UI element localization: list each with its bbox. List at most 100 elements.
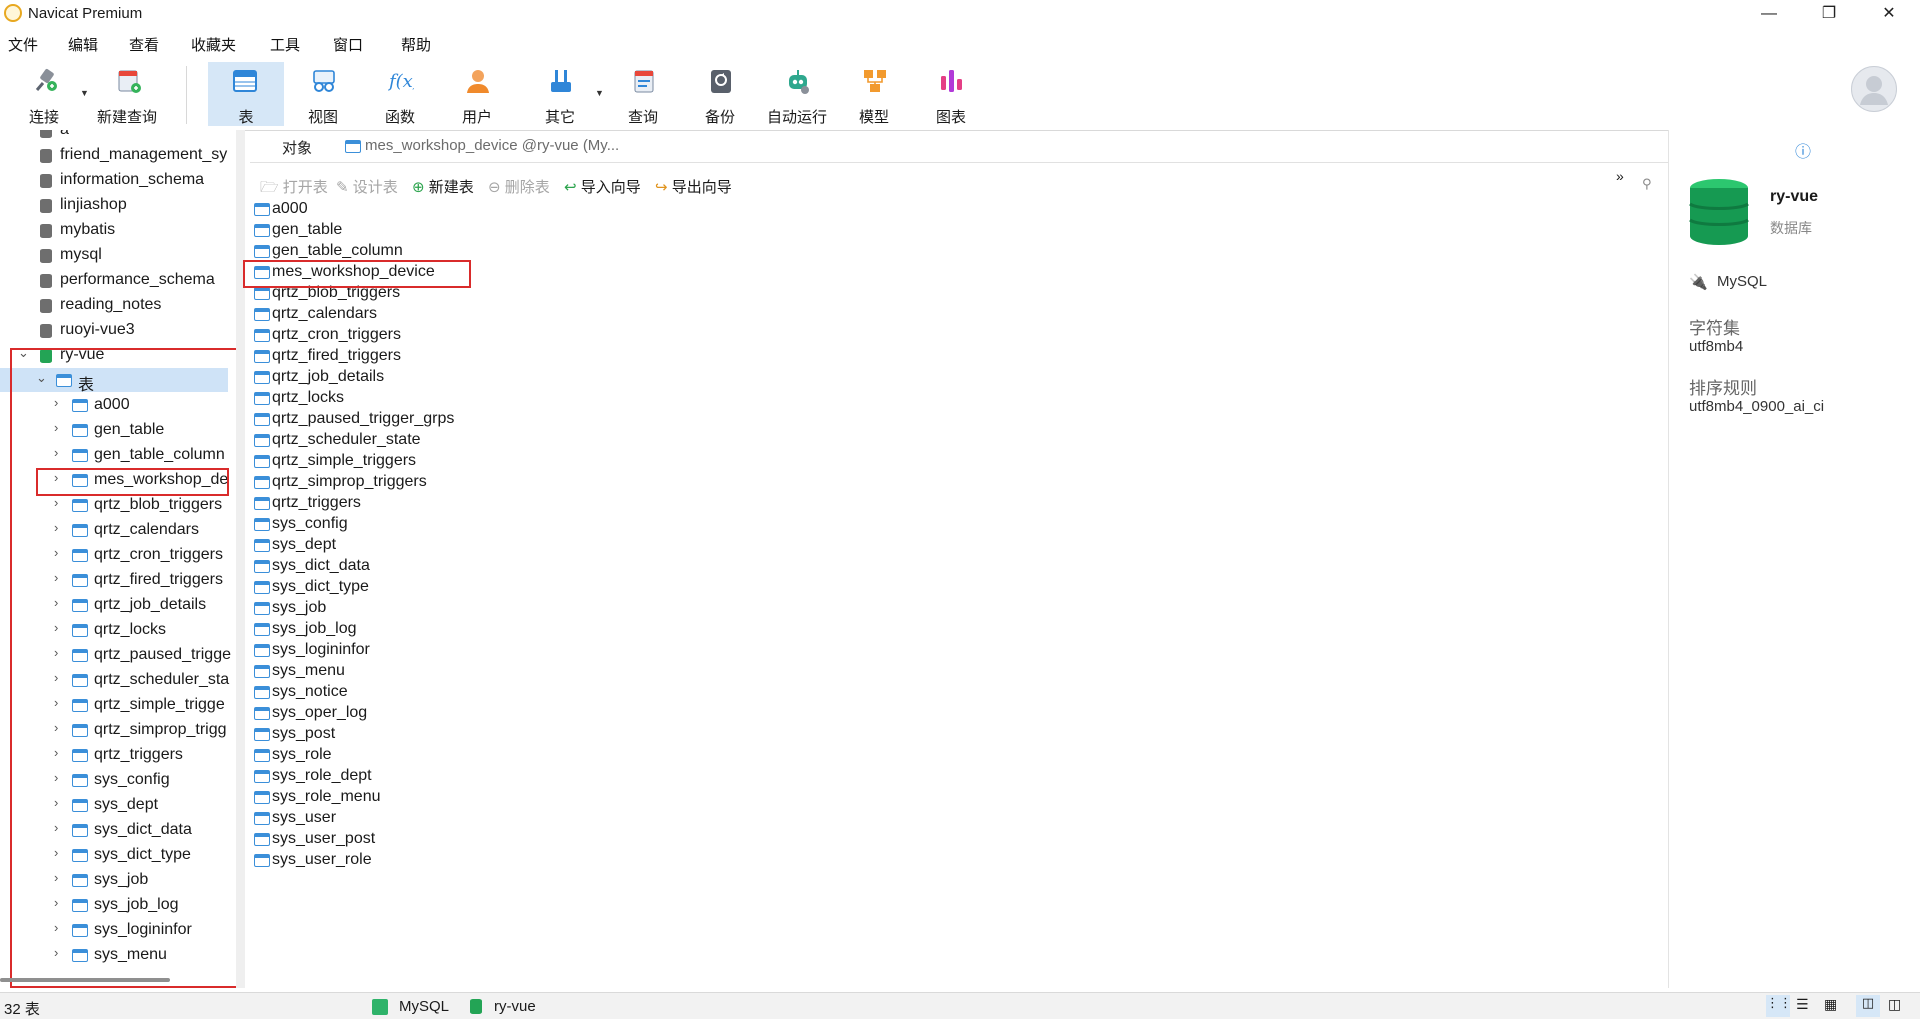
new-query-button[interactable]: 新建查询 <box>92 62 162 126</box>
object-name-label: sys_role_menu <box>272 788 381 805</box>
database-icon <box>40 174 52 188</box>
object-name-label: sys_role_dept <box>272 767 372 784</box>
detail-view-icon[interactable]: ☰ <box>1796 996 1809 1013</box>
database-icon <box>40 130 52 138</box>
query-button[interactable]: 查询 <box>607 62 679 126</box>
tree-database-item[interactable]: information_schema <box>0 168 236 192</box>
backup-icon <box>711 70 731 93</box>
export-wizard-button[interactable]: ↪ 导出向导 <box>655 176 732 197</box>
table-icon <box>254 770 270 783</box>
object-toolbar: 🗁 打开表 ✎ 设计表 ⊕ 新建表 ⊖ 删除表 ↩ 导入向导 ↪ 导出向导 » … <box>250 168 1668 198</box>
table-icon <box>254 497 270 510</box>
object-name-label: sys_user_post <box>272 830 376 847</box>
new-table-button[interactable]: ⊕ 新建表 <box>412 176 474 197</box>
tools-icon <box>551 70 571 92</box>
navigation-tree: a friend_management_sy information_schemal… <box>0 130 236 988</box>
minimize-button[interactable]: — <box>1746 0 1792 28</box>
tree-database-item[interactable]: a <box>0 130 236 142</box>
other-dropdown-icon[interactable]: ▼ <box>595 88 604 98</box>
connect-button[interactable]: 连接 <box>8 62 80 126</box>
sidebar-horizontal-scrollbar[interactable] <box>0 978 170 982</box>
tree-database-item[interactable]: friend_management_sy <box>0 143 236 167</box>
automation-button[interactable]: 自动运行 <box>761 62 833 126</box>
export-wizard-label: 导出向导 <box>671 179 732 196</box>
view-button[interactable]: 视图 <box>287 62 359 126</box>
restore-button[interactable]: ❐ <box>1806 0 1852 28</box>
import-icon: ↩ <box>564 179 577 196</box>
tree-database-label: information_schema <box>60 171 205 188</box>
tree-database-item[interactable]: linjiashop <box>0 193 236 217</box>
user-button[interactable]: 用户 <box>441 62 513 126</box>
menu-window[interactable]: 窗口 <box>333 34 363 55</box>
object-name-label: sys_config <box>272 515 348 532</box>
tree-database-item[interactable]: ruoyi-vue3 <box>0 318 236 342</box>
connect-dropdown-icon[interactable]: ▼ <box>80 88 89 98</box>
collation-label: 排序规则 <box>1689 379 1757 398</box>
status-connection: MySQL <box>399 998 450 1015</box>
avatar-icon <box>1860 76 1888 105</box>
database-icon <box>40 199 52 213</box>
menu-tools[interactable]: 工具 <box>270 34 300 55</box>
function-button[interactable]: f(x) 函数 <box>364 62 436 126</box>
menu-view[interactable]: 查看 <box>129 34 159 55</box>
tree-database-item[interactable]: mybatis <box>0 218 236 242</box>
left-panel-toggle-icon[interactable]: ◫ <box>1856 995 1880 1017</box>
tree-database-item[interactable]: performance_schema <box>0 268 236 292</box>
table-icon <box>254 203 270 216</box>
backup-button[interactable]: 备份 <box>684 62 756 126</box>
model-button[interactable]: 模型 <box>838 62 910 126</box>
new-table-label: 新建表 <box>428 179 474 196</box>
database-icon <box>40 324 52 338</box>
menu-bar: 文件 编辑 查看 收藏夹 工具 窗口 帮助 <box>0 30 1920 55</box>
tree-database-item[interactable]: reading_notes <box>0 293 236 317</box>
charset-label: 字符集 <box>1689 319 1740 338</box>
object-name-label: sys_logininfor <box>272 641 370 658</box>
function-icon: f(x) <box>388 71 414 92</box>
other-label: 其它 <box>544 109 575 126</box>
table-icon <box>254 224 270 237</box>
delete-table-button[interactable]: ⊖ 删除表 <box>488 176 550 197</box>
object-name-label: sys_job <box>272 599 327 616</box>
object-name-label: sys_notice <box>272 683 348 700</box>
tree-database-item[interactable]: mysql <box>0 243 236 267</box>
chart-button[interactable]: 图表 <box>915 62 987 126</box>
model-label: 模型 <box>858 109 889 126</box>
title-bar: Navicat Premium — ❐ ✕ <box>0 0 1920 28</box>
object-name-label: sys_user_role <box>272 851 372 868</box>
backup-label: 备份 <box>704 109 735 126</box>
design-table-button[interactable]: ✎ 设计表 <box>336 176 398 197</box>
object-name-label: sys_role <box>272 746 332 763</box>
menu-favorites[interactable]: 收藏夹 <box>191 34 236 55</box>
object-name-label: sys_dict_data <box>272 557 370 574</box>
object-name-label: sys_user <box>272 809 337 826</box>
table-icon <box>254 581 270 594</box>
table-icon <box>254 413 270 426</box>
grid-view-icon[interactable]: ▦ <box>1824 996 1837 1013</box>
query-label: 查询 <box>627 109 658 126</box>
list-view-icon[interactable]: ⋮⋮ <box>1766 995 1792 1017</box>
new-query-icon <box>118 70 141 93</box>
right-panel-toggle-icon[interactable]: ◫ <box>1888 996 1901 1013</box>
table-icon <box>254 812 270 825</box>
import-wizard-button[interactable]: ↩ 导入向导 <box>564 176 641 197</box>
menu-file[interactable]: 文件 <box>8 34 38 55</box>
close-button[interactable]: ✕ <box>1866 0 1912 28</box>
user-avatar[interactable] <box>1851 66 1897 112</box>
export-icon: ↪ <box>655 179 668 196</box>
more-options-icon[interactable]: » <box>1616 168 1624 184</box>
search-icon[interactable]: ⚲ <box>1642 176 1652 192</box>
tab-objects[interactable]: 对象 <box>282 137 312 158</box>
info-icon[interactable]: ⓘ <box>1795 138 1811 162</box>
new-query-label: 新建查询 <box>96 109 157 126</box>
database-icon <box>470 999 482 1014</box>
tab-table-editor[interactable]: mes_workshop_device @ry-vue (My... <box>365 137 619 154</box>
object-name-label: qrtz_triggers <box>272 494 361 511</box>
automation-label: 自动运行 <box>766 109 827 126</box>
menu-edit[interactable]: 编辑 <box>68 34 98 55</box>
connect-label: 连接 <box>28 109 59 126</box>
menu-help[interactable]: 帮助 <box>401 34 431 55</box>
svg-text:f(x): f(x) <box>388 71 414 92</box>
other-button[interactable]: 其它 <box>524 62 596 126</box>
pane-splitter[interactable] <box>236 130 245 988</box>
table-button[interactable]: 表 <box>208 62 284 126</box>
